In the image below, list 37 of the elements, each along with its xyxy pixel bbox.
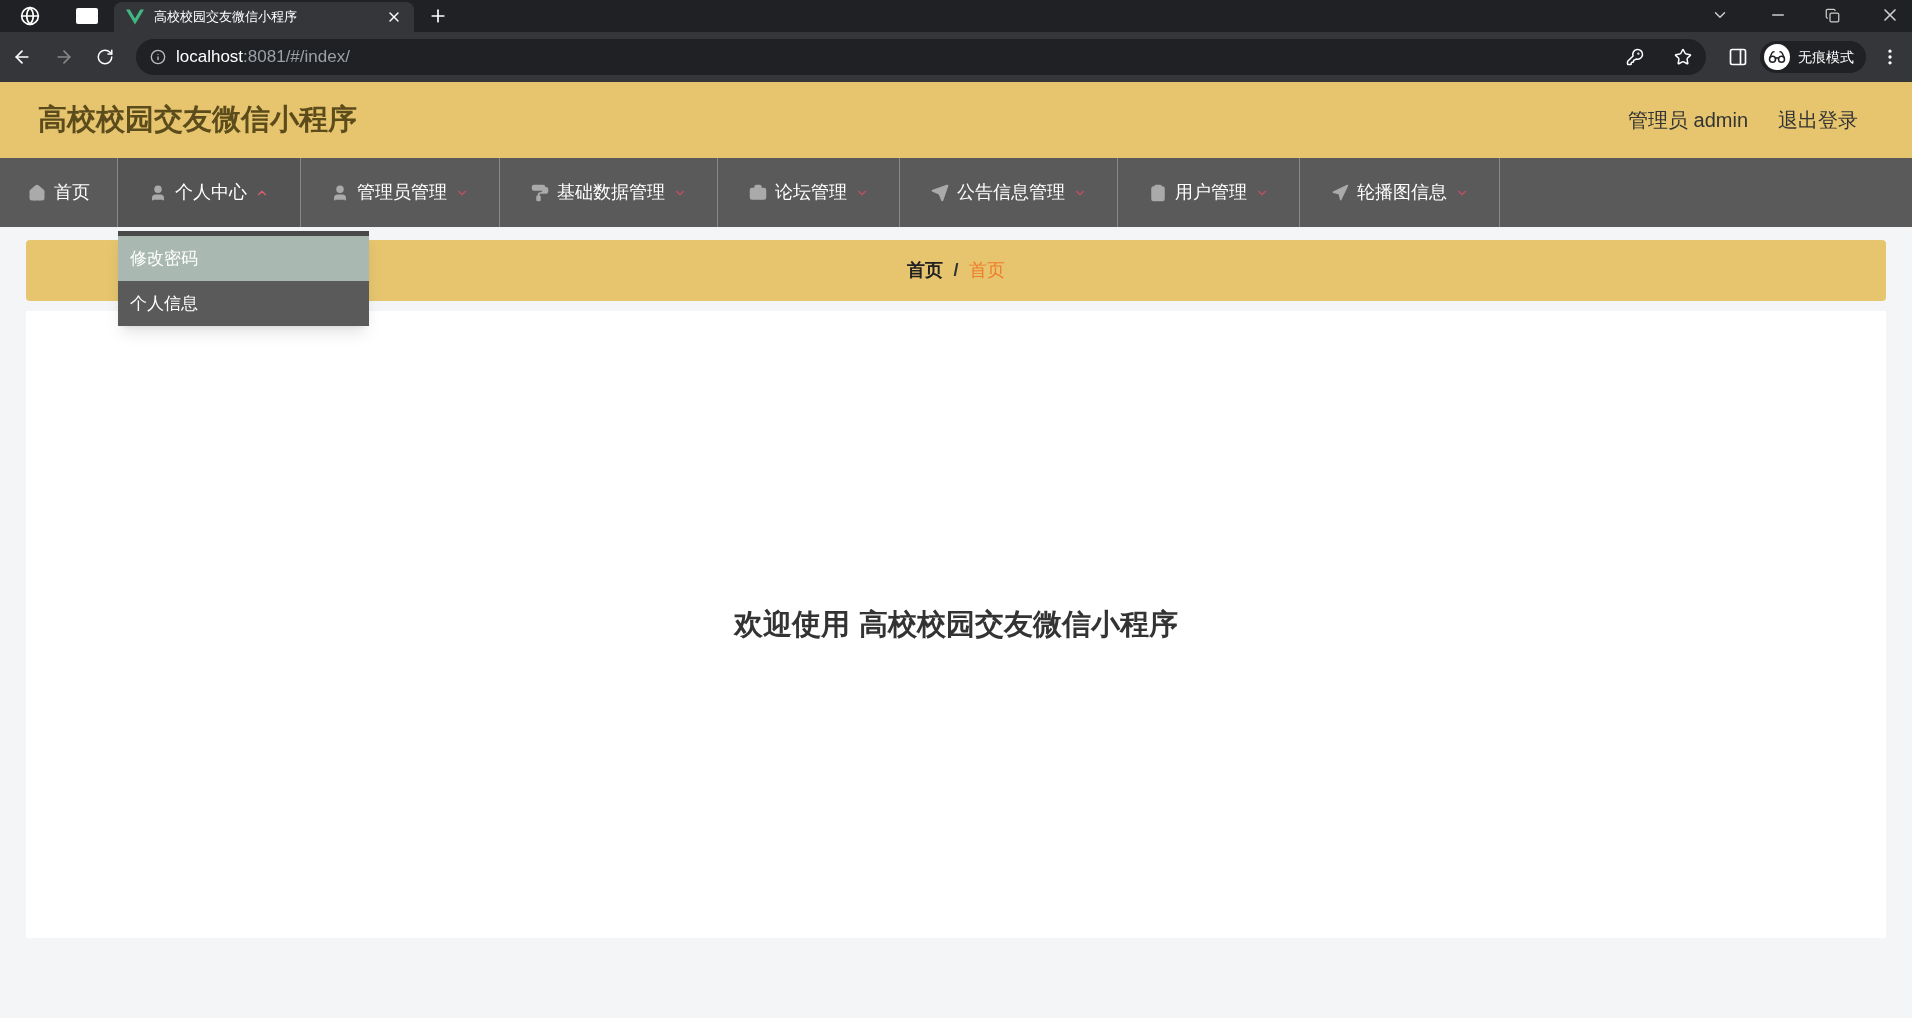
- nav-item[interactable]: 基础数据管理: [500, 158, 717, 227]
- restore-icon[interactable]: [1825, 8, 1840, 23]
- site-info-icon[interactable]: [150, 49, 166, 65]
- nav-item[interactable]: 公告信息管理: [900, 158, 1117, 227]
- site-title: 高校校园交友微信小程序: [38, 102, 357, 138]
- side-panel-icon[interactable]: [1728, 47, 1748, 67]
- nav-item[interactable]: 论坛管理: [718, 158, 899, 227]
- nav-item[interactable]: 管理员管理: [301, 158, 499, 227]
- logout-link[interactable]: 退出登录: [1778, 105, 1858, 135]
- paint-roller-icon: [530, 183, 549, 202]
- navigation-arrow-icon: [1330, 183, 1349, 202]
- vue-logo-icon: [126, 9, 144, 25]
- incognito-icon: [1768, 48, 1786, 66]
- admin-user: 管理员 admin: [1627, 108, 1748, 133]
- breadcrumb-link[interactable]: 首页: [907, 257, 944, 284]
- user-icon: [331, 183, 349, 202]
- nav-item[interactable]: 用户管理: [1118, 158, 1299, 227]
- nav-item[interactable]: 首页: [0, 158, 117, 227]
- globe-icon[interactable]: [20, 6, 40, 26]
- welcome-heading: 欢迎使用 高校校园交友微信小程序: [734, 607, 1178, 642]
- url-text: localhost:8081/#/index/: [176, 46, 350, 69]
- dropdown-item[interactable]: 个人信息: [118, 281, 369, 326]
- current-page-label: 首页: [968, 259, 1005, 282]
- address-bar[interactable]: localhost:8081/#/index/: [136, 39, 1706, 75]
- tab-title: 高校校园交友微信小程序: [154, 8, 298, 27]
- home-icon: [27, 183, 46, 202]
- star-icon[interactable]: [1674, 48, 1692, 66]
- browser-tab[interactable]: 高校校园交友微信小程序: [114, 2, 414, 32]
- nav-item[interactable]: 轮播图信息: [1300, 158, 1499, 227]
- user-icon: [149, 183, 167, 202]
- paper-plane-icon: [930, 183, 949, 202]
- breadcrumb-separator: /: [953, 259, 959, 282]
- reload-icon[interactable]: [96, 48, 114, 66]
- key-icon[interactable]: [1626, 48, 1644, 66]
- briefcase-icon: [748, 183, 767, 202]
- nav-item[interactable]: 个人中心: [118, 158, 300, 227]
- incognito-badge[interactable]: 无痕模式: [1760, 41, 1866, 73]
